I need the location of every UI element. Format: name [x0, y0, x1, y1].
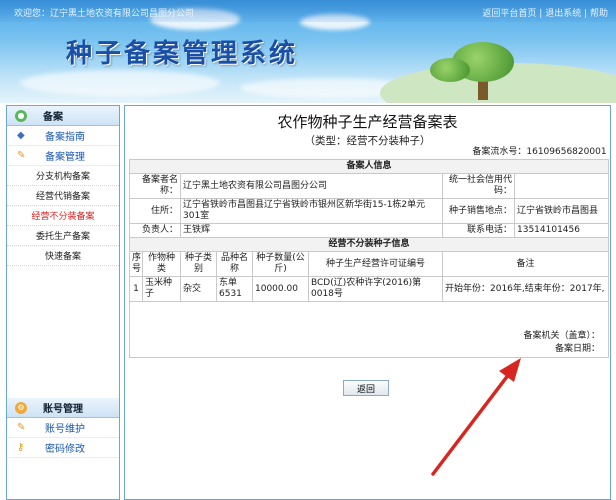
- filer-name-label: 备案者名称：: [129, 173, 181, 199]
- pen-icon: ✎: [17, 422, 26, 433]
- tree-decoration: [430, 58, 470, 82]
- filing-date-label: 备案日期：: [555, 344, 601, 354]
- help-link[interactable]: 帮助: [590, 9, 608, 19]
- table-cell: 东单6531: [216, 276, 253, 302]
- sidebar-item-quick[interactable]: 快速备案: [7, 246, 119, 266]
- filing-form-table: 备案流水号：16109656820001 备案人信息 备案者名称： 辽宁黑土地农…: [128, 146, 610, 358]
- section-filer-info: 备案人信息: [128, 159, 610, 174]
- table-cell: 开始年份：2016年,结束年份：2017年,: [441, 276, 610, 302]
- sidebar-group-account[interactable]: ⚙ 账号管理: [7, 398, 119, 418]
- sidebar-sub-password[interactable]: ⚷ 密码修改: [7, 438, 119, 458]
- sidebar-sub-label: 账号维护: [45, 424, 85, 435]
- key-icon: ⚷: [17, 442, 25, 453]
- sidebar-sub-label: 备案管理: [45, 152, 85, 163]
- pen-icon: ✎: [17, 150, 26, 161]
- sidebar-sub-account-maintain[interactable]: ✎ 账号维护: [7, 418, 119, 438]
- table-cell: 玉米种子: [142, 276, 181, 302]
- circle-icon: ●: [15, 109, 27, 122]
- top-links: 返回平台首页 | 退出系统 | 帮助: [482, 6, 608, 19]
- sidebar: ● 备案 ◆ 备案指南 ✎ 备案管理 分支机构备案 经营代销备案 经营不分装备案…: [6, 105, 120, 500]
- system-title: 种子备案管理系统: [66, 39, 299, 69]
- sidebar-sub-label: 备案指南: [45, 132, 85, 143]
- credit-code-value: [513, 173, 610, 199]
- table-cell: BCD(辽)农种许字(2016)第0018号: [308, 276, 443, 302]
- sidebar-group-filing[interactable]: ● 备案: [7, 106, 119, 126]
- home-link[interactable]: 返回平台首页: [482, 9, 536, 19]
- gear-icon: ⚙: [15, 401, 27, 414]
- filer-name-value: 辽宁黑土地农资有限公司昌图分公司: [180, 173, 443, 199]
- phone-label: 联系电话：: [442, 223, 515, 238]
- sales-location-label: 种子销售地点：: [442, 198, 515, 224]
- sales-location-value: 辽宁省铁岭市昌图县: [513, 198, 610, 224]
- column-header: 备注: [441, 251, 610, 277]
- column-header: 种子类别: [180, 251, 217, 277]
- filing-authority-label: 备案机关（盖章）：: [523, 331, 601, 341]
- serial-number: 备案流水号：16109656820001: [129, 146, 609, 160]
- table-cell: 杂交: [180, 276, 217, 302]
- table-row: 1 玉米种子 杂交 东单6531 10000.00 BCD(辽)农种许字(201…: [129, 276, 610, 302]
- sidebar-item-agency[interactable]: 经营代销备案: [7, 186, 119, 206]
- form-title: 农作物种子生产经营备案表: [277, 113, 458, 131]
- sidebar-group-label: 账号管理: [43, 404, 83, 415]
- sidebar-group-label: 备案: [43, 112, 63, 123]
- address-label: 住所：: [129, 198, 181, 224]
- sidebar-sub-label: 密码修改: [45, 444, 85, 455]
- sidebar-item-branch[interactable]: 分支机构备案: [7, 166, 119, 186]
- back-button[interactable]: 返回: [343, 380, 389, 396]
- sidebar-item-non-repack[interactable]: 经营不分装备案: [7, 206, 119, 226]
- header-banner: 欢迎您：辽宁黑土地农资有限公司昌图分公司 返回平台首页 | 退出系统 | 帮助 …: [0, 0, 616, 103]
- column-header: 种子数量(公斤): [252, 251, 309, 277]
- sidebar-sub-guide[interactable]: ◆ 备案指南: [7, 126, 119, 146]
- cloud-decoration: [20, 70, 220, 96]
- person-label: 负责人：: [129, 223, 181, 238]
- table-cell: 10000.00: [252, 276, 309, 302]
- section-seed-info: 经营不分装种子信息: [128, 237, 610, 252]
- sidebar-sub-manage[interactable]: ✎ 备案管理: [7, 146, 119, 166]
- welcome-text: 欢迎您：辽宁黑土地农资有限公司昌图分公司: [14, 9, 195, 19]
- signature-block: 备案机关（盖章）： 备案日期：: [128, 301, 610, 358]
- column-header: 种子生产经营许可证编号: [308, 251, 443, 277]
- book-icon: ◆: [17, 130, 25, 141]
- table-cell: 1: [129, 276, 143, 302]
- address-value: 辽宁省铁岭市昌图县辽宁省铁岭市银州区新华街15-1栋2单元301室: [180, 198, 443, 224]
- sidebar-item-entrusted[interactable]: 委托生产备案: [7, 226, 119, 246]
- credit-code-label: 统一社会信用代码：: [442, 173, 515, 199]
- column-header: 作物种类: [142, 251, 181, 277]
- logout-link[interactable]: 退出系统: [545, 9, 581, 19]
- person-value: 王铁辉: [180, 223, 443, 238]
- main-panel: 农作物种子生产经营备案表 （类型：经营不分装种子） 备案流水号：16109656…: [124, 105, 611, 500]
- phone-value: 13514101456: [513, 223, 610, 238]
- column-header: 品种名称: [216, 251, 253, 277]
- column-header: 序号: [129, 251, 143, 277]
